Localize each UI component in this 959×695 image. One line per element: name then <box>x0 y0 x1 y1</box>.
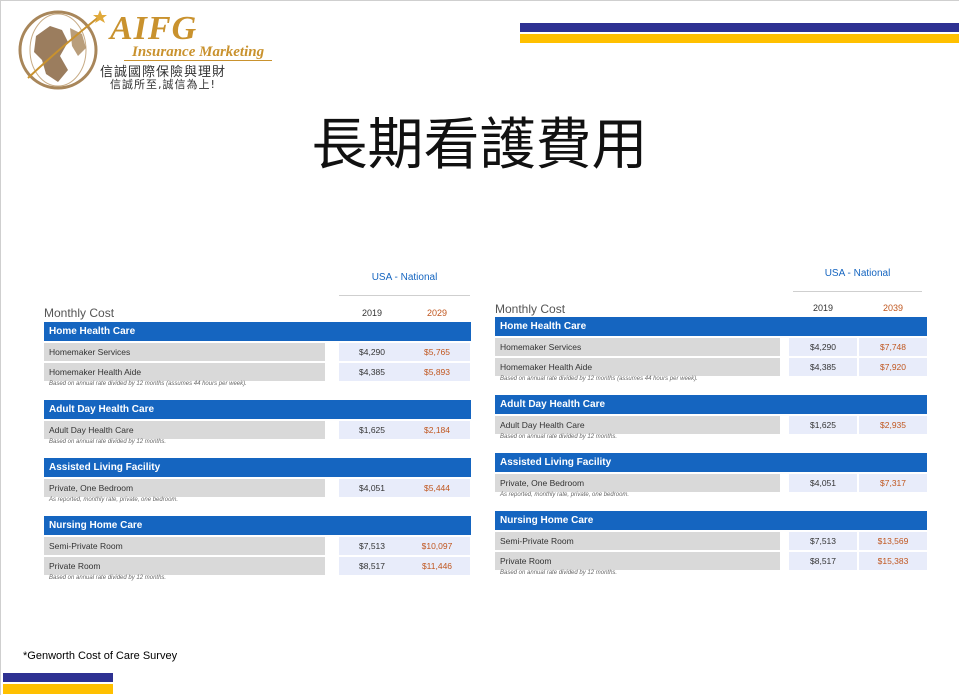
cost-cell-base: $1,625 <box>789 416 857 434</box>
section-note: Based on annual rate divided by 12 month… <box>500 570 618 576</box>
monthly-cost-heading: Monthly Cost <box>44 306 115 320</box>
cost-cell-base: $4,385 <box>339 363 405 381</box>
cost-cell-base: $4,051 <box>789 474 857 492</box>
cost-cell-base: $1,625 <box>339 421 405 439</box>
cost-cell-future: $5,893 <box>404 363 470 381</box>
decor-bar-navy-bottom <box>3 673 113 682</box>
row-label: Private, One Bedroom <box>495 474 780 492</box>
cost-cell-base: $7,513 <box>339 537 405 555</box>
row-label: Homemaker Services <box>44 343 325 361</box>
logo-subtitle: Insurance Marketing <box>132 44 265 60</box>
cost-cell-future: $7,317 <box>859 474 927 492</box>
year-future-header: 2039 <box>882 303 904 313</box>
row-label: Homemaker Services <box>495 338 780 356</box>
cost-cell-base: $4,051 <box>339 479 405 497</box>
company-logo: AIFG Insurance Marketing 信誠國際保險與理財 信誠所至,… <box>14 6 276 96</box>
decor-bar-gold-bottom <box>3 684 113 694</box>
year-base-header: 2019 <box>812 303 834 313</box>
decor-bar-navy-top <box>520 23 959 32</box>
section-note: As reported, monthly rate, private, one … <box>49 497 179 503</box>
row-label: Semi-Private Room <box>44 537 325 555</box>
row-label: Homemaker Health Aide <box>44 363 325 381</box>
region-divider <box>793 291 922 292</box>
section-header: Adult Day Health Care <box>44 400 471 419</box>
cost-cell-future: $13,569 <box>859 532 927 550</box>
logo-brand: AIFG <box>110 10 198 47</box>
section-header: Adult Day Health Care <box>495 395 927 414</box>
row-label: Private Room <box>44 557 325 575</box>
cost-table-2: USA - National Monthly Cost 2019 2039 Home H… <box>495 267 927 597</box>
year-future-header: 2029 <box>426 308 448 318</box>
cost-cell-future: $10,097 <box>404 537 470 555</box>
cost-cell-future: $2,184 <box>404 421 470 439</box>
section-note: Based on annual rate divided by 12 month… <box>49 575 167 581</box>
section-header: Assisted Living Facility <box>495 453 927 472</box>
slide-title: 長期看護費用 <box>311 113 648 178</box>
cost-cell-base: $4,385 <box>789 358 857 376</box>
slide-border-top <box>0 0 959 1</box>
region-label: USA - National <box>371 272 438 283</box>
region-label: USA - National <box>824 268 891 279</box>
row-label: Adult Day Health Care <box>44 421 325 439</box>
section-note: As reported, monthly rate, private, one … <box>500 492 630 498</box>
section-note: Based on annual rate divided by 12 month… <box>500 434 618 440</box>
section-note: Based on annual rate divided by 12 month… <box>500 376 698 382</box>
cost-cell-base: $4,290 <box>789 338 857 356</box>
cost-cell-base: $8,517 <box>789 552 857 570</box>
region-divider <box>339 295 470 296</box>
source-footnote: *Genworth Cost of Care Survey <box>23 650 178 662</box>
cost-cell-future: $7,748 <box>859 338 927 356</box>
decor-bar-gold-top <box>520 34 959 43</box>
row-label: Homemaker Health Aide <box>495 358 780 376</box>
section-header: Home Health Care <box>44 322 471 341</box>
logo-motto: 信誠所至,誠信為上! <box>110 78 216 91</box>
cost-cell-future: $5,765 <box>404 343 470 361</box>
row-label: Private Room <box>495 552 780 570</box>
cost-cell-future: $7,920 <box>859 358 927 376</box>
cost-cell-future: $11,446 <box>404 557 470 575</box>
globe-logo-icon <box>18 10 107 90</box>
row-label: Adult Day Health Care <box>495 416 780 434</box>
cost-cell-future: $2,935 <box>859 416 927 434</box>
cost-cell-base: $4,290 <box>339 343 405 361</box>
cost-cell-base: $8,517 <box>339 557 405 575</box>
section-header: Assisted Living Facility <box>44 458 471 477</box>
cost-table-1: USA - National Monthly Cost 2019 2029 Home H… <box>44 270 471 600</box>
cost-cell-base: $7,513 <box>789 532 857 550</box>
section-note: Based on annual rate divided by 12 month… <box>49 381 247 387</box>
monthly-cost-heading: Monthly Cost <box>495 302 566 316</box>
cost-cell-future: $5,444 <box>404 479 470 497</box>
section-header: Nursing Home Care <box>495 511 927 530</box>
cost-cell-future: $15,383 <box>859 552 927 570</box>
row-label: Private, One Bedroom <box>44 479 325 497</box>
row-label: Semi-Private Room <box>495 532 780 550</box>
year-base-header: 2019 <box>361 308 383 318</box>
section-header: Nursing Home Care <box>44 516 471 535</box>
section-header: Home Health Care <box>495 317 927 336</box>
section-note: Based on annual rate divided by 12 month… <box>49 439 167 445</box>
